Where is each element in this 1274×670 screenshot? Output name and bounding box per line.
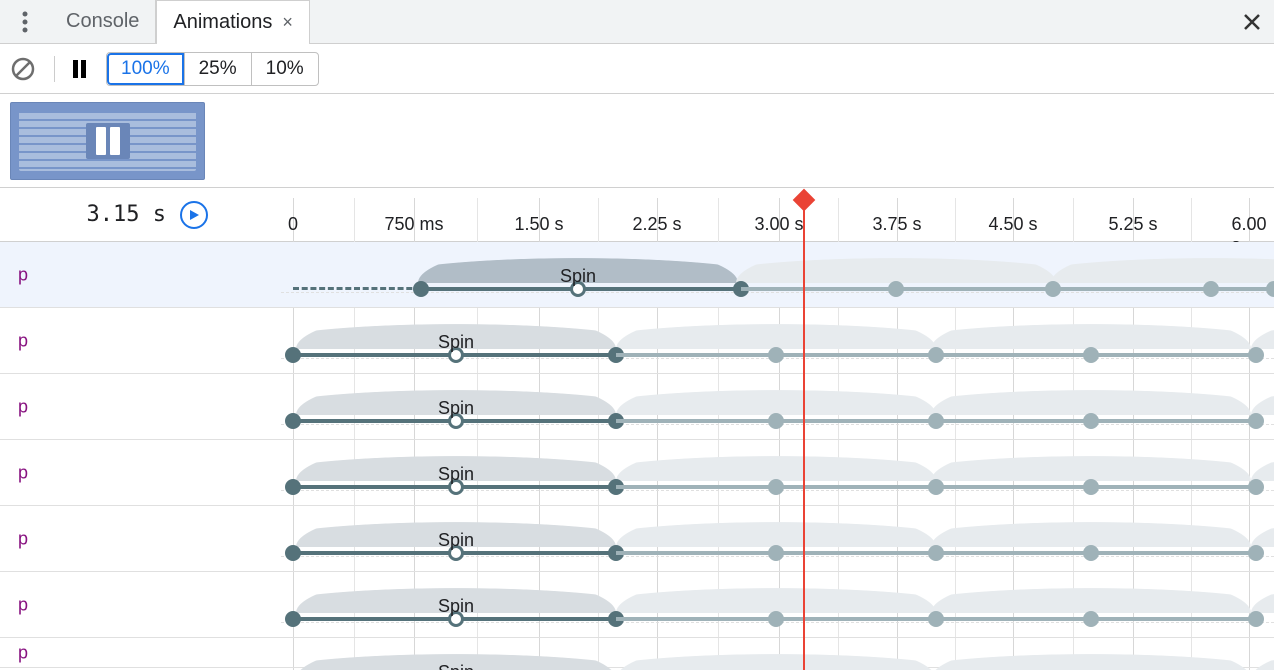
track-lane[interactable]: Spin — [281, 440, 1274, 505]
current-time-label: 3.15 s — [87, 202, 166, 227]
tab-label: Animations — [173, 11, 272, 34]
close-icon[interactable]: × — [282, 12, 293, 33]
track-row[interactable]: p Spin — [0, 308, 1274, 374]
animation-group-thumbnail[interactable] — [10, 102, 205, 180]
keyframe-label: Spin — [438, 596, 474, 617]
speed-10-button[interactable]: 10% — [251, 53, 318, 85]
track-row[interactable]: p Spin — [0, 374, 1274, 440]
track-row[interactable]: p Spin — [0, 506, 1274, 572]
clear-button[interactable] — [10, 56, 36, 82]
ruler-tick-label: 2.25 s — [632, 214, 681, 235]
speed-25-button[interactable]: 25% — [184, 53, 251, 85]
track-lane[interactable]: Spin — [281, 638, 1274, 667]
ruler-tick-label: 0 — [288, 214, 298, 235]
pause-icon — [86, 123, 130, 159]
track-lane[interactable]: Spin — [281, 242, 1274, 307]
ruler-tick-label: 3.75 s — [872, 214, 921, 235]
track-lane[interactable]: Spin — [281, 374, 1274, 439]
track-row[interactable]: p Spin — [0, 638, 1274, 668]
keyframe-label: Spin — [438, 530, 474, 551]
keyframe-label: Spin — [560, 266, 596, 287]
track-lane[interactable]: Spin — [281, 506, 1274, 571]
track-lane[interactable]: Spin — [281, 572, 1274, 637]
tab-animations[interactable]: Animations × — [156, 0, 309, 44]
track-row[interactable]: p Spin — [0, 440, 1274, 506]
track-element-label: p — [18, 594, 28, 615]
keyframe-label: Spin — [438, 332, 474, 353]
tab-label: Console — [66, 10, 139, 33]
keyframe-label: Spin — [438, 398, 474, 419]
playback-speed-group: 100% 25% 10% — [106, 52, 319, 86]
timeline-tracks: p Spin p Spin p Spin p Spin p Spin p Spin p Spin — [0, 242, 1274, 668]
devtools-tabbar: Console Animations × — [0, 0, 1274, 44]
ruler-tick-label: 4.50 s — [988, 214, 1037, 235]
play-button[interactable] — [180, 201, 208, 229]
track-element-label: p — [18, 264, 28, 285]
track-lane[interactable]: Spin — [281, 308, 1274, 373]
track-element-label: p — [18, 642, 28, 663]
pause-button[interactable] — [73, 60, 86, 78]
capture-previews — [0, 94, 1274, 188]
track-element-label: p — [18, 528, 28, 549]
keyframe-label: Spin — [438, 662, 474, 670]
track-element-label: p — [18, 396, 28, 417]
playhead[interactable] — [803, 200, 805, 670]
keyframe-label: Spin — [438, 464, 474, 485]
ruler-tick-label: 5.25 s — [1108, 214, 1157, 235]
animations-toolbar: 100% 25% 10% — [0, 44, 1274, 94]
track-element-label: p — [18, 462, 28, 483]
panel-close-button[interactable] — [1242, 0, 1262, 44]
speed-100-button[interactable]: 100% — [107, 53, 184, 85]
separator — [54, 56, 55, 82]
ruler-tick-label: 750 ms — [384, 214, 443, 235]
more-options-icon[interactable] — [0, 0, 50, 43]
ruler-labels: 0 750 ms 1.50 s 2.25 s 3.00 s 3.75 s 4.50 s 5.2… — [281, 198, 1274, 242]
track-row[interactable]: p Spin — [0, 572, 1274, 638]
ruler-tick-label: 3.00 s — [754, 214, 803, 235]
track-element-label: p — [18, 330, 28, 351]
tab-console[interactable]: Console — [50, 0, 156, 43]
ruler-tick-label: 1.50 s — [514, 214, 563, 235]
track-row[interactable]: p Spin — [0, 242, 1274, 308]
